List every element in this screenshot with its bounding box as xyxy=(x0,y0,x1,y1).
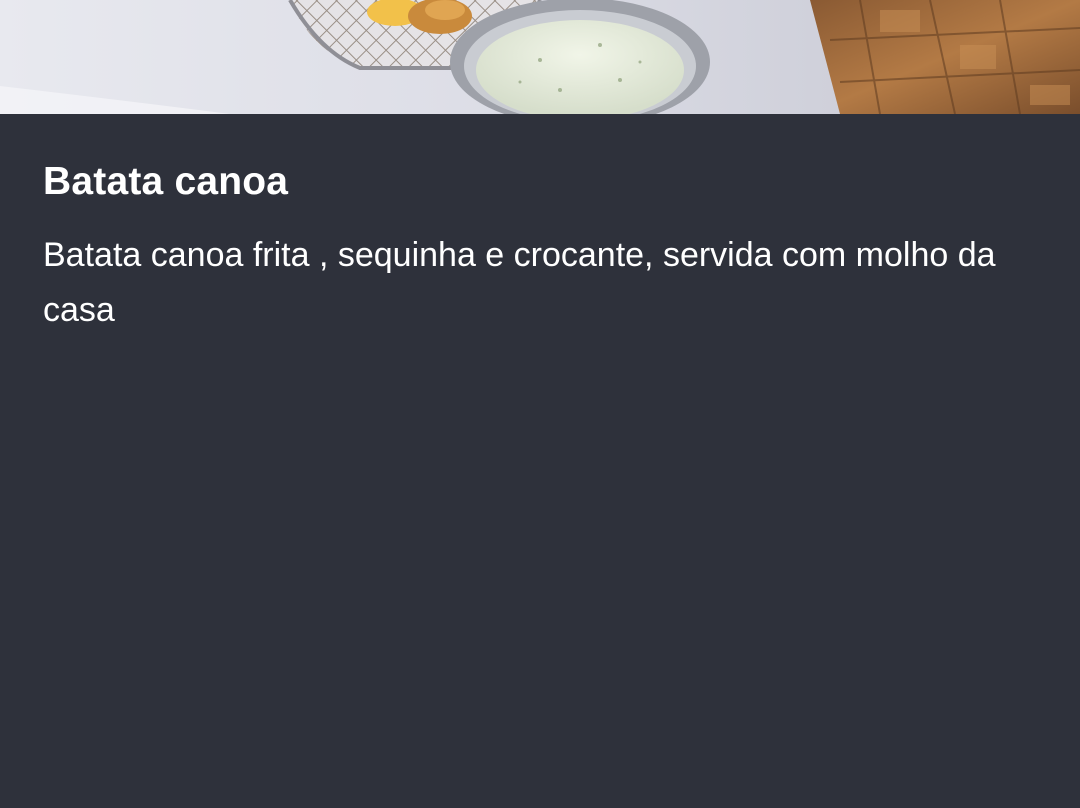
product-title: Batata canoa xyxy=(43,160,289,203)
product-info: Batata canoa Batata canoa frita , sequin… xyxy=(43,114,1043,338)
product-photo xyxy=(0,0,1080,114)
product-description: Batata canoa frita , sequinha e crocante… xyxy=(43,236,996,329)
product-detail-screen: Batata canoa Batata canoa frita , sequin… xyxy=(0,0,1080,808)
